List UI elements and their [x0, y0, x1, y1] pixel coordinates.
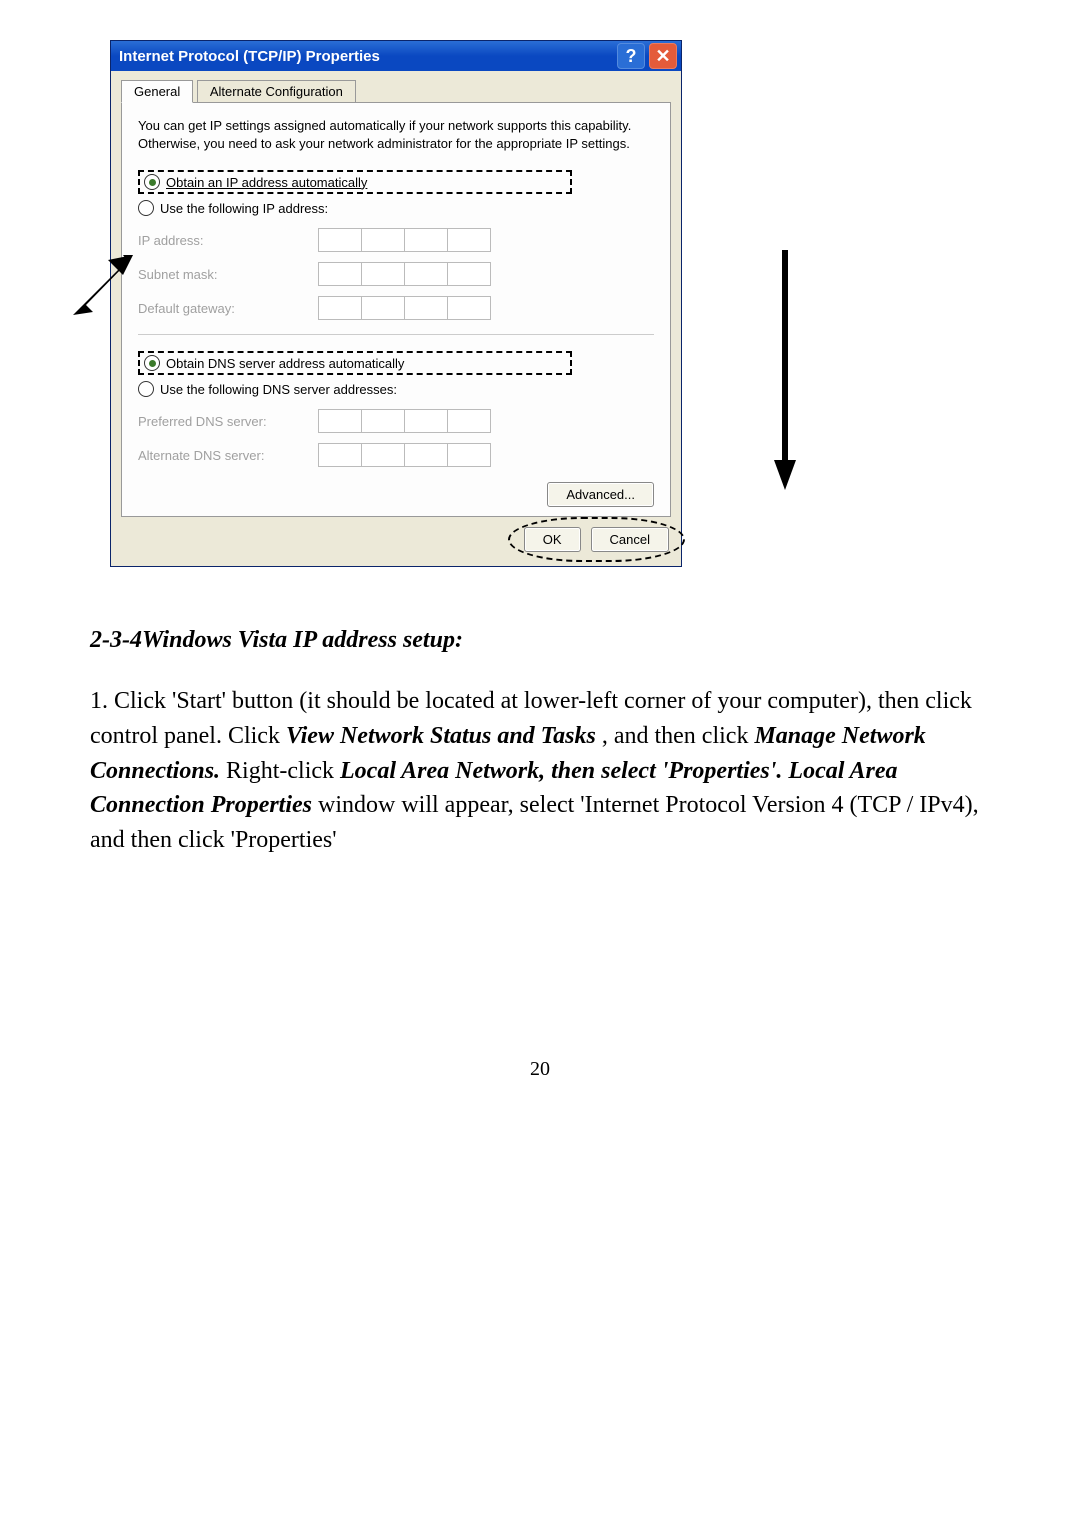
down-arrow-icon: [774, 250, 796, 490]
dialog-title: Internet Protocol (TCP/IP) Properties: [119, 48, 613, 65]
highlight-ok-cancel: OK Cancel: [524, 527, 669, 552]
tab-general[interactable]: General: [121, 80, 193, 103]
dialog-wrapper: Internet Protocol (TCP/IP) Properties ? …: [110, 40, 990, 567]
radio-obtain-dns[interactable]: [144, 355, 160, 371]
para-text: Right-click: [226, 758, 340, 784]
label-alternate-dns: Alternate DNS server:: [138, 448, 318, 463]
section-heading: 2-3-4Windows Vista IP address setup:: [90, 627, 990, 654]
tcpip-properties-dialog: Internet Protocol (TCP/IP) Properties ? …: [110, 40, 682, 567]
dns-groupbox: Obtain DNS server address automatically …: [138, 334, 654, 502]
highlight-obtain-dns: Obtain DNS server address automatically: [138, 351, 572, 375]
highlight-obtain-ip: Obtain an IP address automatically: [138, 170, 572, 194]
input-subnet-mask[interactable]: [318, 262, 491, 286]
radio-use-ip[interactable]: [138, 200, 154, 216]
cancel-button[interactable]: Cancel: [591, 527, 669, 552]
ok-button[interactable]: OK: [524, 527, 581, 552]
advanced-button[interactable]: Advanced...: [547, 482, 654, 507]
radio-use-dns-label: Use the following DNS server addresses:: [160, 382, 397, 397]
pointer-arrow-icon: [68, 250, 138, 320]
input-preferred-dns[interactable]: [318, 409, 491, 433]
radio-obtain-ip-label: Obtain an IP address automatically: [166, 175, 367, 190]
label-preferred-dns: Preferred DNS server:: [138, 414, 318, 429]
radio-use-dns[interactable]: [138, 381, 154, 397]
input-ip-address[interactable]: [318, 228, 491, 252]
input-alternate-dns[interactable]: [318, 443, 491, 467]
input-default-gateway[interactable]: [318, 296, 491, 320]
tab-content-general: You can get IP settings assigned automat…: [121, 102, 671, 517]
label-ip-address: IP address:: [138, 233, 318, 248]
settings-description: You can get IP settings assigned automat…: [138, 117, 654, 152]
para-em-1: View Network Status and Tasks: [286, 723, 596, 749]
titlebar: Internet Protocol (TCP/IP) Properties ? …: [111, 41, 681, 71]
radio-obtain-dns-label: Obtain DNS server address automatically: [166, 356, 404, 371]
tab-alternate-config[interactable]: Alternate Configuration: [197, 80, 356, 102]
radio-obtain-ip[interactable]: [144, 174, 160, 190]
label-subnet-mask: Subnet mask:: [138, 267, 318, 282]
dialog-footer: OK Cancel: [111, 527, 681, 566]
radio-use-ip-label: Use the following IP address:: [160, 201, 328, 216]
label-default-gateway: Default gateway:: [138, 301, 318, 316]
tab-strip: General Alternate Configuration: [111, 71, 681, 102]
close-button[interactable]: ✕: [649, 43, 677, 69]
help-button[interactable]: ?: [617, 43, 645, 69]
instructions-paragraph: 1. Click 'Start' button (it should be lo…: [90, 684, 990, 858]
page-number: 20: [90, 1058, 990, 1081]
para-text: , and then click: [602, 723, 755, 749]
